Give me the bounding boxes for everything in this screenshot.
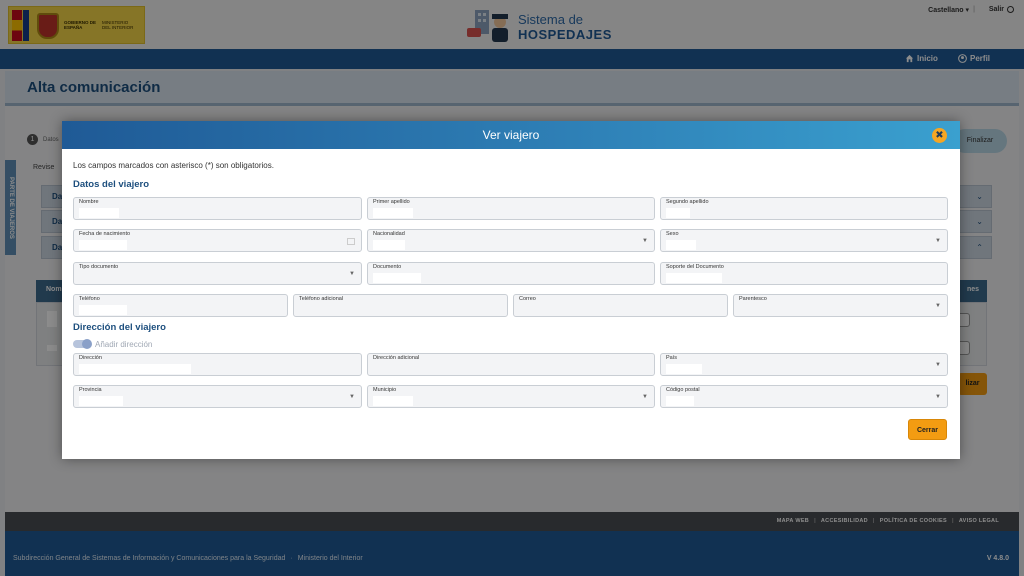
field-value [373,240,405,250]
field-label: Municipio [373,387,397,393]
field-label: Primer apellido [373,199,410,205]
chevron-down-icon[interactable]: ▼ [935,303,941,309]
section-title-traveler: Datos del viajero [73,179,150,190]
field-label: Correo [519,296,536,302]
close-icon[interactable]: ✖ [932,128,947,143]
field-label: Documento [373,264,402,270]
field-label: Código postal [666,387,700,393]
municipio-select[interactable]: Municipio ▼ [367,385,655,408]
chevron-down-icon[interactable]: ▼ [935,362,941,368]
tipo-documento-select[interactable]: Tipo documento ▼ [73,262,362,285]
field-label: Segundo apellido [666,199,709,205]
provincia-select[interactable]: Provincia ▼ [73,385,362,408]
field-label: País [666,355,678,361]
chevron-down-icon[interactable]: ▼ [935,238,941,244]
chevron-down-icon[interactable]: ▼ [642,394,648,400]
field-value [666,208,690,218]
chevron-down-icon[interactable]: ▼ [349,394,355,400]
cerrar-button[interactable]: Cerrar [908,419,947,440]
primer-apellido-field[interactable]: Primer apellido [367,197,655,220]
field-value [79,305,127,315]
field-label: Teléfono adicional [299,296,344,302]
modal-header: Ver viajero ✖ [62,121,960,149]
field-value [666,240,696,250]
field-value [79,240,127,250]
field-value [373,273,421,283]
field-value [79,396,123,406]
documento-field[interactable]: Documento [367,262,655,285]
pais-select[interactable]: País ▼ [660,353,948,376]
add-address-label: Añadir dirección [95,340,153,349]
telefono-adicional-field[interactable]: Teléfono adicional [293,294,508,317]
field-value [373,208,413,218]
field-label: Parentesco [739,296,767,302]
field-label: Provincia [79,387,102,393]
chevron-down-icon[interactable]: ▼ [349,271,355,277]
required-fields-note: Los campos marcados con asterisco (*) so… [73,161,274,170]
section-title-address: Dirección del viajero [73,322,166,333]
fecha-nacimiento-field[interactable]: Fecha de nacimiento [73,229,362,252]
field-label: Soporte del Documento [666,264,724,270]
modal-title: Ver viajero [482,128,540,142]
field-label: Nacionalidad [373,231,405,237]
direccion-adicional-field[interactable]: Dirección adicional [367,353,655,376]
parentesco-select[interactable]: Parentesco ▼ [733,294,948,317]
field-value [79,208,119,218]
nacionalidad-select[interactable]: Nacionalidad ▼ [367,229,655,252]
field-label: Nombre [79,199,99,205]
ver-viajero-modal: Ver viajero ✖ Los campos marcados con as… [62,121,960,459]
soporte-documento-field[interactable]: Soporte del Documento [660,262,948,285]
sexo-select[interactable]: Sexo ▼ [660,229,948,252]
field-value [666,364,702,374]
field-label: Sexo [666,231,679,237]
field-value [666,273,722,283]
field-label: Dirección [79,355,102,361]
chevron-down-icon[interactable]: ▼ [935,394,941,400]
field-label: Fecha de nacimiento [79,231,131,237]
field-value [79,364,191,374]
field-label: Tipo documento [79,264,119,270]
calendar-icon[interactable] [347,237,355,245]
segundo-apellido-field[interactable]: Segundo apellido [660,197,948,220]
direccion-field[interactable]: Dirección [73,353,362,376]
field-label: Teléfono [79,296,100,302]
nombre-field[interactable]: Nombre [73,197,362,220]
field-label: Dirección adicional [373,355,420,361]
codigo-postal-select[interactable]: Código postal ▼ [660,385,948,408]
telefono-field[interactable]: Teléfono [73,294,288,317]
chevron-down-icon[interactable]: ▼ [642,238,648,244]
field-value [373,396,413,406]
toggle-knob[interactable] [82,339,92,349]
correo-field[interactable]: Correo [513,294,728,317]
field-value [666,396,694,406]
